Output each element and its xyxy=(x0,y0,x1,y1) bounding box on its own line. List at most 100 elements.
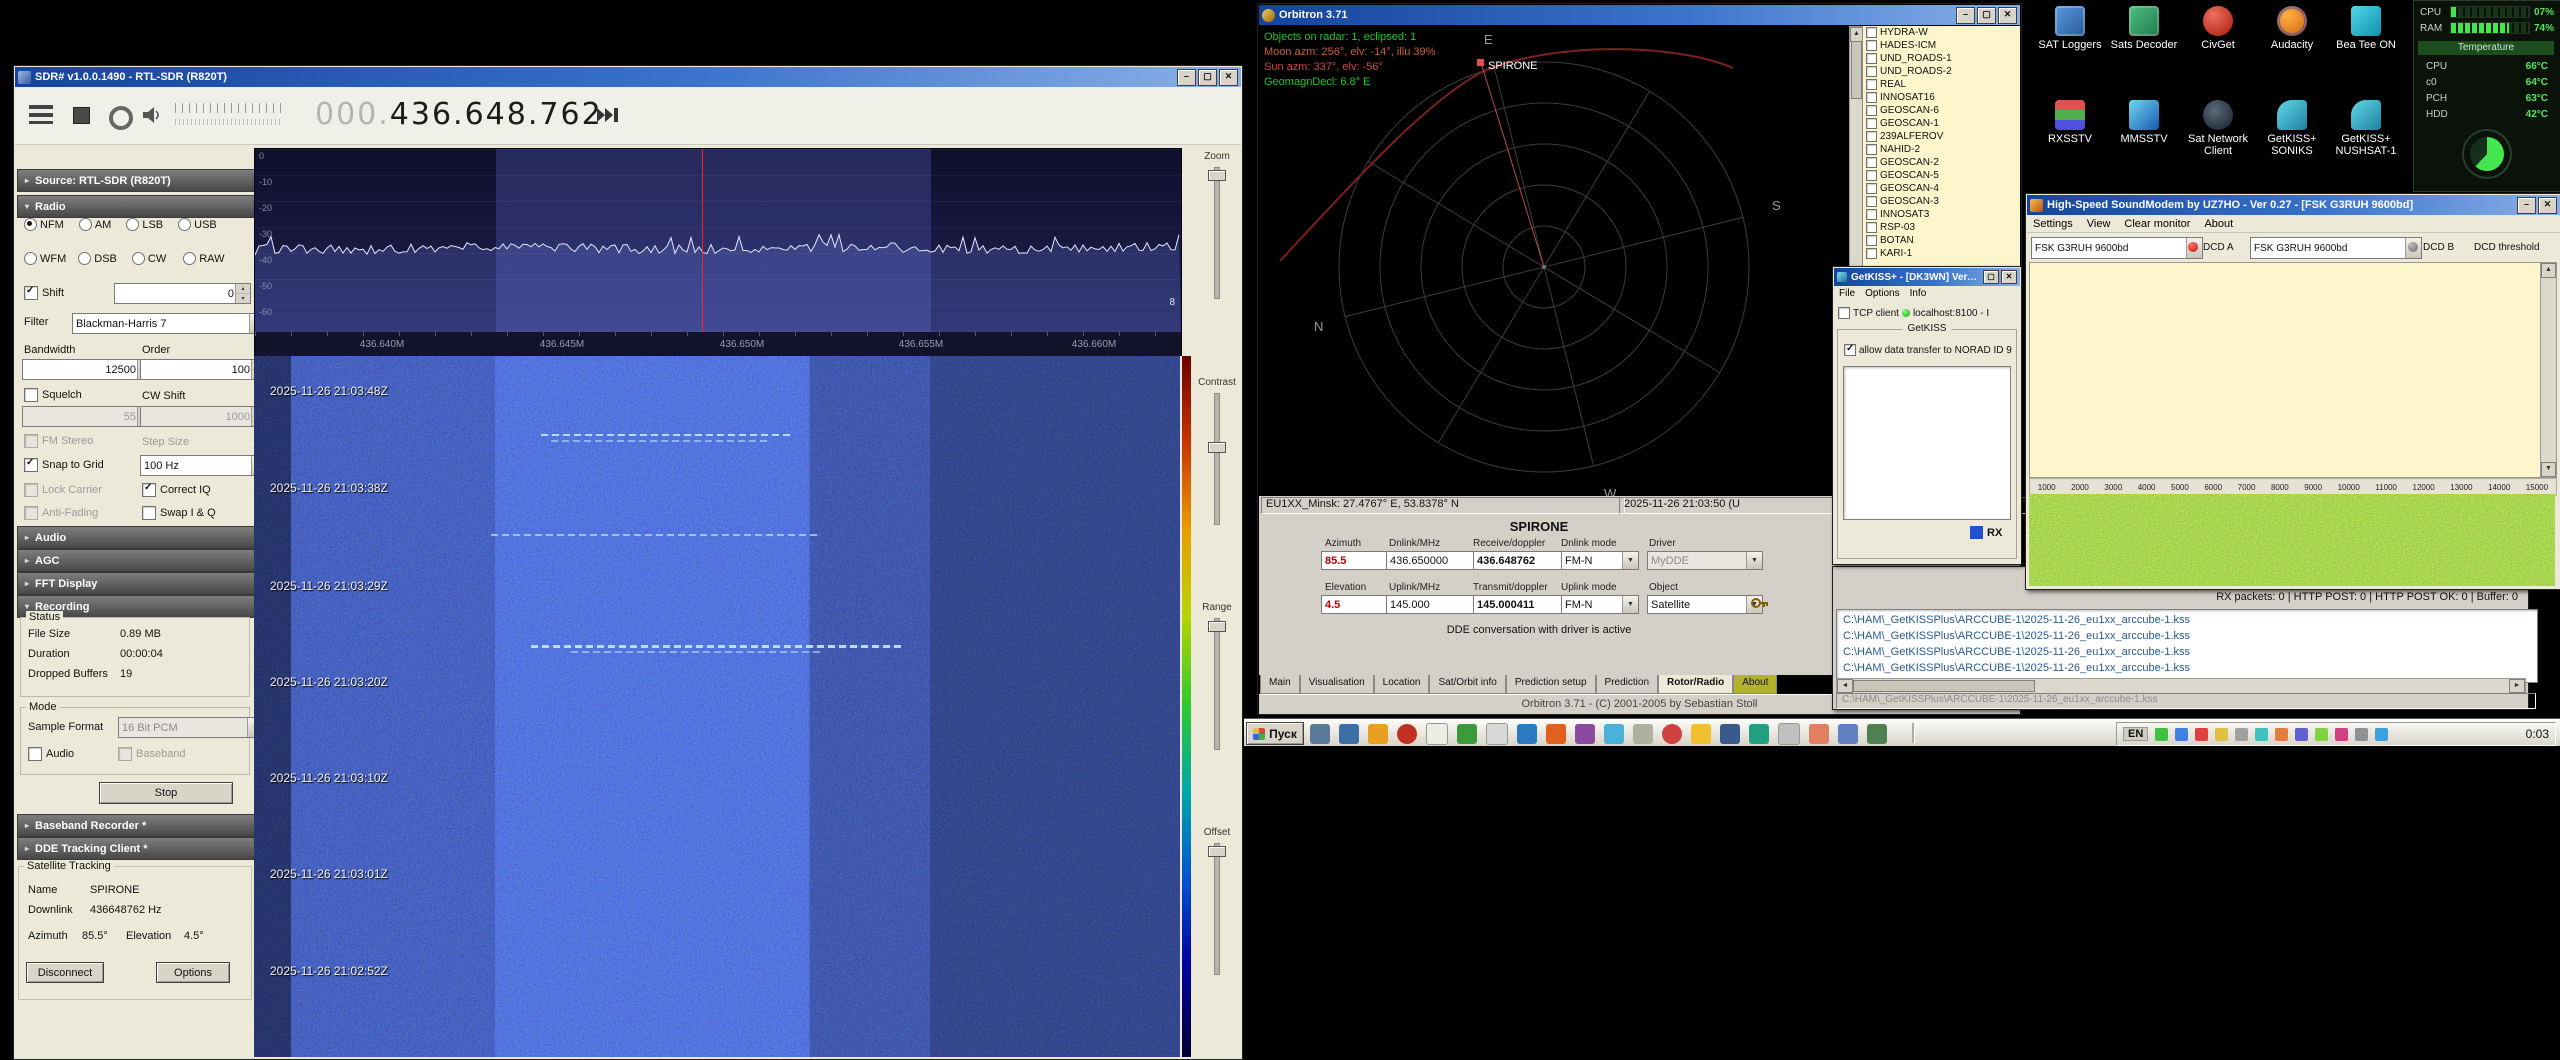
tab-sat-orbit-info[interactable]: Sat/Orbit info xyxy=(1429,675,1506,694)
squelch-checkbox[interactable] xyxy=(24,388,38,402)
desktop-icon-mmsstv[interactable]: MMSSTV xyxy=(2108,100,2180,145)
satellite-checkbox[interactable] xyxy=(1866,248,1877,259)
satellite-row[interactable]: GEOSCAN-4 xyxy=(1863,182,2020,195)
filter-select[interactable]: Blackman-Harris 7 xyxy=(72,313,266,334)
radio-am[interactable] xyxy=(78,218,92,231)
contrast-slider-thumb[interactable] xyxy=(1208,442,1226,453)
desktop-icon-getkiss-nushsat[interactable]: GetKISS+ NUSHSAT-1 xyxy=(2330,100,2402,157)
stop-icon[interactable] xyxy=(73,107,90,124)
satellite-row[interactable]: UND_ROADS-2 xyxy=(1863,65,2020,78)
log-horizontal-scrollbar[interactable]: ◄ ► xyxy=(1836,678,2526,694)
mode-label-dsb[interactable]: DSB xyxy=(94,253,117,265)
step-size-select[interactable]: 100 Hz xyxy=(140,455,268,476)
close-button[interactable]: ✕ xyxy=(2001,270,2017,284)
tray-icon-6[interactable] xyxy=(2255,727,2269,741)
satellite-row[interactable]: GEOSCAN-6 xyxy=(1863,104,2020,117)
sdrsharp-titlebar[interactable]: SDR# v1.0.0.1490 - RTL-SDR (R820T) – ▢ ✕ xyxy=(15,67,1241,87)
tray-icon-3[interactable] xyxy=(2195,727,2209,741)
spectrum-display[interactable]: 0 -10 -20 -30 -40 -50 -60 8 xyxy=(254,148,1182,334)
kiss-log-list[interactable]: C:\HAM\_GetKISSPlus\ARCCUBE-1\2025-11-26… xyxy=(1836,609,2538,683)
agc-section-header[interactable]: ▸ AGC xyxy=(17,549,267,572)
settings-gear-icon[interactable] xyxy=(109,106,133,130)
dde-tracking-client-header[interactable]: ▸ DDE Tracking Client * xyxy=(17,837,267,860)
mode-label-nfm[interactable]: NFM xyxy=(40,219,64,231)
modem-b-select[interactable]: FSK G3RUH 9600bd xyxy=(2250,237,2422,259)
quicklaunch-icon-3[interactable] xyxy=(1368,724,1388,744)
radio-lsb[interactable] xyxy=(126,218,140,231)
satellite-row[interactable]: 239ALFEROV xyxy=(1863,130,2020,143)
satellite-checkbox[interactable] xyxy=(1866,209,1877,220)
fm-stereo-checkbox[interactable] xyxy=(24,434,38,448)
menu-icon[interactable] xyxy=(29,105,53,124)
dnlink-mode-select[interactable]: FM-N xyxy=(1561,551,1639,570)
mode-label-lsb[interactable]: LSB xyxy=(142,219,163,231)
radio-wfm[interactable] xyxy=(24,252,37,265)
satellite-checkbox[interactable] xyxy=(1866,235,1877,246)
satellite-checkbox[interactable] xyxy=(1866,40,1877,51)
satellite-row[interactable]: UND_ROADS-1 xyxy=(1863,52,2020,65)
desktop-icon-getkiss-soniks[interactable]: GetKISS+ SONIKS xyxy=(2256,100,2328,157)
transmit-doppler-value[interactable]: 145.000411 xyxy=(1473,595,1565,614)
tab-prediction[interactable]: Prediction xyxy=(1595,675,1659,694)
satellite-checkbox[interactable] xyxy=(1866,196,1877,207)
desktop-icon-audacity[interactable]: Audacity xyxy=(2256,6,2328,51)
cw-shift-input[interactable]: 1000 xyxy=(140,406,267,427)
order-input[interactable]: 100 xyxy=(140,359,267,380)
baseband-recorder-header[interactable]: ▸ Baseband Recorder * xyxy=(17,814,267,837)
radio-nfm[interactable] xyxy=(24,218,37,231)
quicklaunch-icon-15[interactable] xyxy=(1720,724,1740,744)
tcp-client-checkbox[interactable] xyxy=(1838,307,1850,319)
quicklaunch-icon-2[interactable] xyxy=(1339,724,1359,744)
sample-format-select[interactable]: 16 Bit PCM xyxy=(118,717,264,738)
satellite-checkbox[interactable] xyxy=(1866,131,1877,142)
offset-slider-thumb[interactable] xyxy=(1208,846,1226,857)
tray-icon-2[interactable] xyxy=(2175,727,2189,741)
scroll-up-arrow[interactable]: ▲ xyxy=(2541,263,2556,278)
quicklaunch-icon-16[interactable] xyxy=(1749,724,1769,744)
correct-iq-checkbox[interactable] xyxy=(142,482,156,497)
scroll-right-arrow[interactable]: ► xyxy=(2509,679,2525,693)
record-audio-checkbox[interactable] xyxy=(28,747,42,761)
satellite-checkbox[interactable] xyxy=(1866,144,1877,155)
close-button[interactable]: ✕ xyxy=(1998,6,2017,24)
volume-slider[interactable] xyxy=(175,103,283,113)
scroll-down-arrow[interactable]: ▼ xyxy=(2541,462,2556,477)
quicklaunch-icon-18[interactable] xyxy=(1809,724,1829,744)
options-button[interactable]: Options xyxy=(156,962,230,983)
desktop-icon-sat-network-client[interactable]: Sat Network Client xyxy=(2182,100,2254,157)
quicklaunch-icon-17[interactable] xyxy=(1778,723,1800,745)
squelch-input[interactable]: 55 xyxy=(22,406,153,427)
tray-icon-4[interactable] xyxy=(2215,727,2229,741)
satellite-row[interactable]: BOTAN xyxy=(1863,234,2020,247)
tray-icon-5[interactable] xyxy=(2235,727,2249,741)
radio-cw[interactable] xyxy=(131,252,145,265)
contrast-slider[interactable]: Contrast xyxy=(1194,377,1240,525)
menu-options[interactable]: Options xyxy=(1865,288,1899,299)
desktop-icon-sat-loggers[interactable]: SAT Loggers xyxy=(2034,6,2106,51)
waterfall-display[interactable]: 2025-11-26 21:03:48Z 2025-11-26 21:03:38… xyxy=(254,356,1180,1057)
tray-icon-8[interactable] xyxy=(2295,727,2309,741)
close-button[interactable]: ✕ xyxy=(2538,196,2557,214)
quicklaunch-icon-6[interactable] xyxy=(1457,724,1477,744)
quicklaunch-icon-12[interactable] xyxy=(1633,724,1653,744)
tray-icon-12[interactable] xyxy=(2375,727,2389,741)
satellite-checkbox[interactable] xyxy=(1866,157,1877,168)
satellite-checkbox[interactable] xyxy=(1866,222,1877,233)
satellite-row[interactable]: KARI-1 xyxy=(1863,247,2020,260)
soundmodem-titlebar[interactable]: High-Speed SoundModem by UZ7HO - Ver 0.2… xyxy=(2027,195,2560,215)
mode-label-usb[interactable]: USB xyxy=(194,219,217,231)
quicklaunch-icon-14[interactable] xyxy=(1691,724,1711,744)
tray-icon-10[interactable] xyxy=(2335,727,2349,741)
radio-section-header[interactable]: ▾ Radio xyxy=(17,195,267,218)
tab-rotor-radio[interactable]: Rotor/Radio xyxy=(1658,675,1734,694)
zoom-slider[interactable]: Zoom xyxy=(1194,151,1240,299)
satellite-row[interactable]: INNOSAT16 xyxy=(1863,91,2020,104)
offset-slider[interactable]: Offset xyxy=(1194,827,1240,975)
satellite-row[interactable]: HYDRA-W xyxy=(1863,26,2020,39)
mode-label-am[interactable]: AM xyxy=(95,219,112,231)
satellite-checkbox[interactable] xyxy=(1866,183,1877,194)
satellite-row[interactable]: HADES-ICM xyxy=(1863,39,2020,52)
lock-carrier-checkbox[interactable] xyxy=(24,483,38,497)
audio-section-header[interactable]: ▸ Audio xyxy=(17,526,267,549)
tray-icon-7[interactable] xyxy=(2275,727,2289,741)
